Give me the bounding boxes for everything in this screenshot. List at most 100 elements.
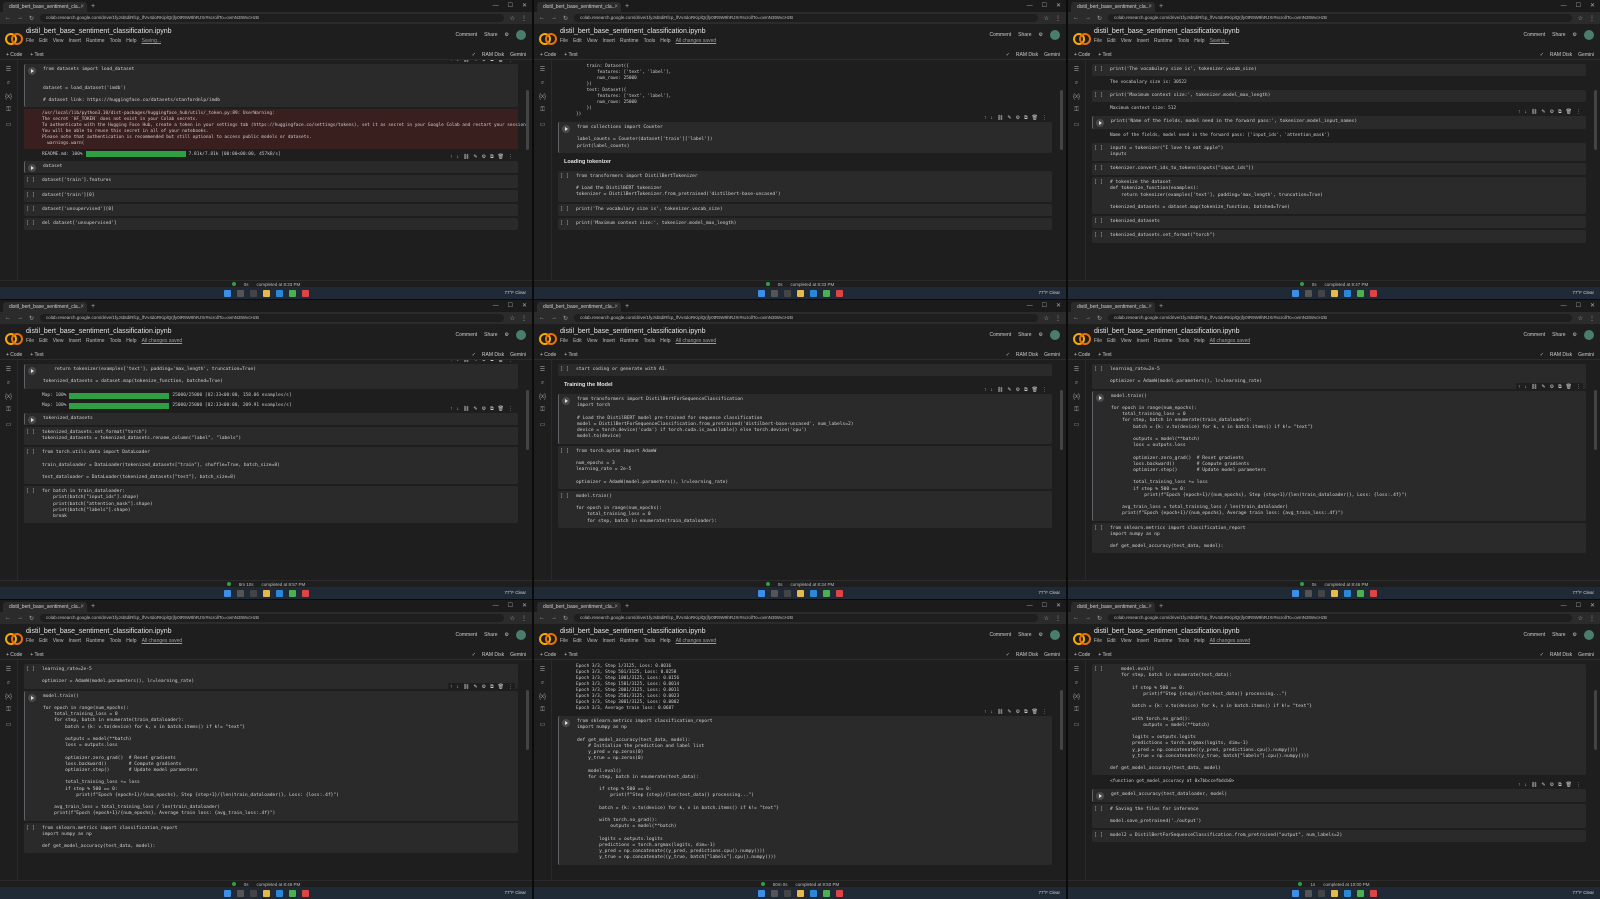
start-icon[interactable] xyxy=(757,589,765,597)
cell-code[interactable]: model.train() for epoch in range(num_epo… xyxy=(576,494,1048,525)
cell-code[interactable]: from sklearn.metrics import classificati… xyxy=(42,826,514,851)
back-icon[interactable]: ← xyxy=(1073,315,1079,321)
run-cell-icon[interactable] xyxy=(28,67,36,75)
star-icon[interactable]: ☆ xyxy=(1044,315,1049,322)
notebook-title[interactable]: distil_bert_base_sentiment_classificatio… xyxy=(1094,28,1240,35)
settings-icon[interactable]: ⚙ xyxy=(482,154,486,160)
menu-item-view[interactable]: View xyxy=(587,338,598,344)
maximize-icon[interactable]: ☐ xyxy=(508,1,513,12)
close-window-icon[interactable]: ✕ xyxy=(1056,601,1061,612)
comment-icon[interactable]: ✎ xyxy=(473,60,477,63)
code-cell[interactable]: [ ] tokenized_datasets.set_format("torch"… xyxy=(24,426,518,446)
variables-icon[interactable]: {x} xyxy=(1073,394,1080,400)
close-window-icon[interactable]: ✕ xyxy=(1056,301,1061,312)
add-code-button[interactable]: + Code xyxy=(6,52,22,58)
reload-icon[interactable]: ↻ xyxy=(29,615,34,622)
toc-icon[interactable]: ☰ xyxy=(6,666,11,673)
avatar[interactable] xyxy=(1050,330,1060,340)
minimize-icon[interactable]: — xyxy=(493,301,499,312)
close-window-icon[interactable]: ✕ xyxy=(1056,1,1061,12)
comment-button[interactable]: Comment xyxy=(989,632,1011,638)
close-window-icon[interactable]: ✕ xyxy=(522,601,527,612)
menu-item-runtime[interactable]: Runtime xyxy=(86,38,105,44)
menu-item-file[interactable]: File xyxy=(1094,638,1102,644)
share-button[interactable]: Share xyxy=(484,632,497,638)
notebook-title[interactable]: distil_bert_base_sentiment_classificatio… xyxy=(26,28,172,35)
variables-icon[interactable]: {x} xyxy=(5,394,12,400)
cell-code[interactable]: from collections import Counter label_co… xyxy=(577,125,1048,150)
arrow-down-icon[interactable]: ↓ xyxy=(991,115,994,121)
maximize-icon[interactable]: ☐ xyxy=(508,301,513,312)
arrow-up-icon[interactable]: ↑ xyxy=(984,709,987,715)
url-field[interactable]: colab.research.google.com/drive/1fyJsbtd… xyxy=(574,14,1038,22)
run-cell-icon[interactable] xyxy=(28,367,36,375)
reload-icon[interactable]: ↻ xyxy=(29,315,34,322)
arrow-up-icon[interactable]: ↑ xyxy=(1518,384,1521,390)
start-icon[interactable] xyxy=(223,889,231,897)
back-icon[interactable]: ← xyxy=(5,615,11,621)
code-cell[interactable]: ↑ ↓ ⛓ ✎ ⚙ ⧉ 🗑 ⋮ model.train() for epoch in range… xyxy=(24,682,518,821)
minimize-icon[interactable]: — xyxy=(1561,601,1567,612)
cell-code[interactable]: tokenized_datasets xyxy=(43,416,514,422)
scrollbar[interactable] xyxy=(1060,690,1063,750)
minimize-icon[interactable]: — xyxy=(493,1,499,12)
key-icon[interactable]: ⚿ xyxy=(1074,407,1079,414)
minimize-icon[interactable]: — xyxy=(1561,1,1567,12)
run-cell-icon[interactable] xyxy=(28,415,36,424)
save-status[interactable]: All changes saved xyxy=(676,38,717,44)
settings-gear-icon[interactable]: ⚙ xyxy=(1039,332,1043,338)
cell-status-icon[interactable]: [ ] xyxy=(1094,525,1103,531)
close-window-icon[interactable]: ✕ xyxy=(1590,1,1595,12)
search-icon[interactable]: ⌕ xyxy=(541,80,544,87)
star-icon[interactable]: ☆ xyxy=(1044,615,1049,622)
save-status[interactable]: All changes saved xyxy=(1210,338,1251,344)
start-icon[interactable] xyxy=(223,589,231,597)
star-icon[interactable]: ☆ xyxy=(510,315,515,322)
cell-status-icon[interactable]: [ ] xyxy=(560,220,569,226)
settings-gear-icon[interactable]: ⚙ xyxy=(505,632,509,638)
reload-icon[interactable]: ↻ xyxy=(1097,15,1102,22)
arrow-up-icon[interactable]: ↑ xyxy=(1518,109,1521,115)
arrow-down-icon[interactable]: ↓ xyxy=(991,709,994,715)
reload-icon[interactable]: ↻ xyxy=(563,315,568,322)
arrow-down-icon[interactable]: ↓ xyxy=(457,684,460,690)
maximize-icon[interactable]: ☐ xyxy=(1042,1,1047,12)
code-cell[interactable]: [ ] from torch.utils.data import DataLoad… xyxy=(24,447,518,485)
minimize-icon[interactable]: — xyxy=(1027,1,1033,12)
cell-code[interactable]: tokenizer.convert_ids_to_tokens(inputs["… xyxy=(1110,166,1582,172)
maximize-icon[interactable]: ☐ xyxy=(1042,301,1047,312)
run-cell-icon[interactable] xyxy=(1096,119,1104,128)
more-icon[interactable]: ⋮ xyxy=(1042,115,1047,121)
comment-icon[interactable]: ✎ xyxy=(1007,387,1011,393)
add-text-button[interactable]: + Text xyxy=(1098,52,1111,58)
menu-item-tools[interactable]: Tools xyxy=(644,338,656,344)
toc-icon[interactable]: ☰ xyxy=(1074,366,1079,373)
url-field[interactable]: colab.research.google.com/drive/1fyJsbtd… xyxy=(1108,314,1572,322)
search-taskbar-icon[interactable] xyxy=(1304,889,1312,897)
browser-tab[interactable]: distil_bert_base_sentiment_cla... × xyxy=(3,302,87,312)
code-cell[interactable]: [ ] print('Maximum context size:', tokeni… xyxy=(558,217,1052,231)
comment-button[interactable]: Comment xyxy=(455,332,477,338)
notebook-title[interactable]: distil_bert_base_sentiment_classificatio… xyxy=(26,328,172,335)
app-icon[interactable] xyxy=(1369,289,1377,297)
comment-button[interactable]: Comment xyxy=(989,332,1011,338)
gemini-button[interactable]: Gemini xyxy=(1578,652,1594,658)
link-icon[interactable]: ⛓ xyxy=(463,684,469,690)
scrollbar[interactable] xyxy=(526,690,529,750)
link-icon[interactable]: ⛓ xyxy=(463,60,469,63)
maximize-icon[interactable]: ☐ xyxy=(508,601,513,612)
notebook-cells[interactable]: train: Dataset({ features: ['text', 'lab… xyxy=(552,60,1066,280)
code-cell[interactable]: [ ] learning_rate=2e-5 optimizer = AdamW(… xyxy=(24,664,518,689)
menu-item-file[interactable]: File xyxy=(1094,338,1102,344)
notebook-cells[interactable]: [ ] model.eval() for step, batch in enum… xyxy=(1086,660,1600,880)
notebook-title[interactable]: distil_bert_base_sentiment_classificatio… xyxy=(1094,328,1240,335)
add-code-button[interactable]: + Code xyxy=(540,52,556,58)
files-icon[interactable]: ▭ xyxy=(540,721,546,728)
cell-status-icon[interactable]: [ ] xyxy=(560,173,569,179)
task-view-icon[interactable] xyxy=(783,889,791,897)
gemini-button[interactable]: Gemini xyxy=(510,352,526,358)
add-code-button[interactable]: + Code xyxy=(1074,652,1090,658)
settings-icon[interactable]: ⚙ xyxy=(482,360,486,363)
forward-icon[interactable]: → xyxy=(1085,315,1091,321)
search-taskbar-icon[interactable] xyxy=(1304,589,1312,597)
